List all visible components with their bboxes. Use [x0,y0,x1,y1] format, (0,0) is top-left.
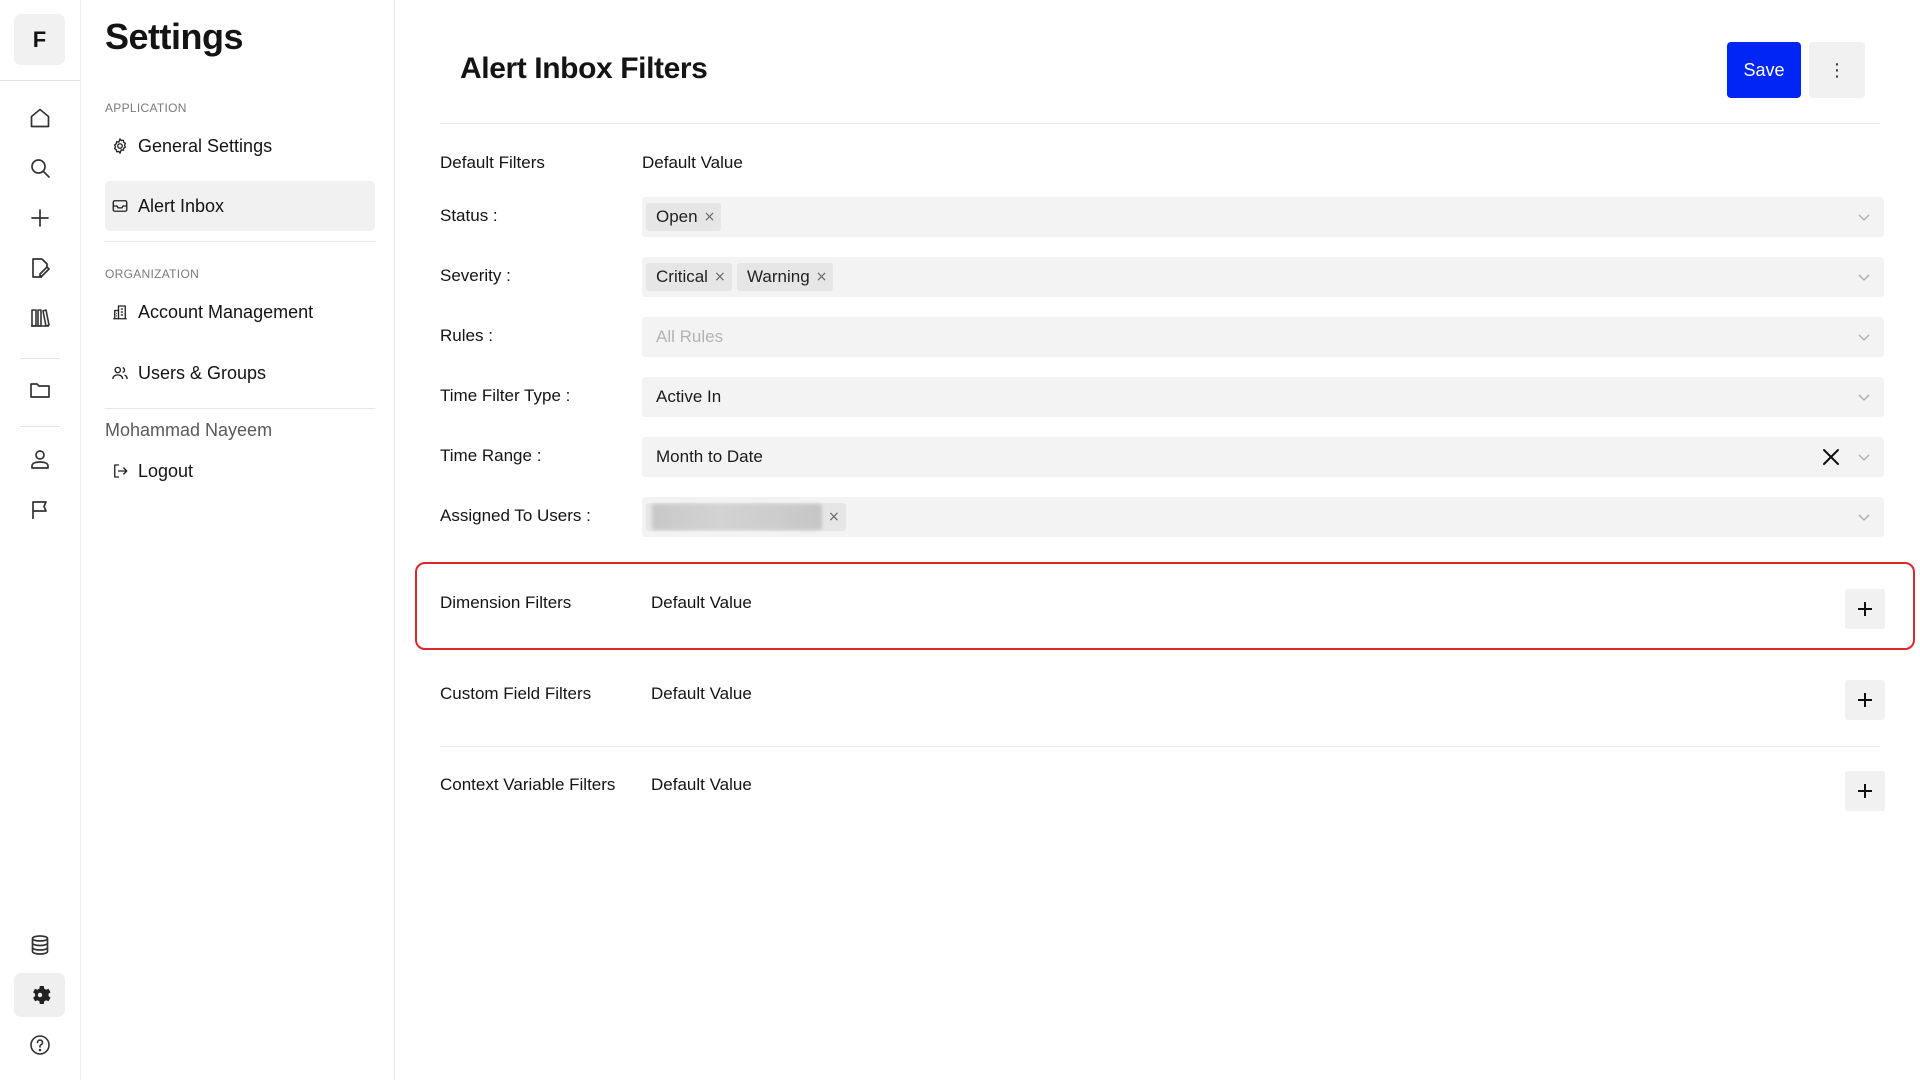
gear-icon[interactable] [14,973,65,1017]
default-filters-heading: Default Filters [440,153,545,172]
remove-tag-icon[interactable]: × [714,269,726,285]
logout-button[interactable]: Logout [105,446,375,496]
chevron-down-icon[interactable] [1856,209,1872,225]
inbox-icon [111,197,129,215]
logout-label: Logout [138,460,194,481]
redacted-user-tag: × [646,503,846,531]
help-icon[interactable] [14,1023,65,1067]
section-divider [440,746,1880,747]
severity-tag-critical: Critical × [646,263,732,291]
custom-field-filters-label: Custom Field Filters [440,684,592,703]
section-label-application: APPLICATION [105,101,187,115]
remove-tag-icon[interactable]: × [816,269,828,285]
edit-document-icon[interactable] [14,246,65,290]
sidebar-item-label: General Settings [138,135,273,156]
redacted-user-name [652,504,822,530]
sidebar-item-users-groups[interactable]: Users & Groups [105,348,375,398]
clear-icon[interactable] [1820,446,1842,468]
main-content: Alert Inbox Filters Save ⋮ Default Filte… [395,0,1920,1080]
building-icon [111,303,129,321]
rail-divider [20,426,60,427]
sidebar-item-label: Users & Groups [138,362,267,383]
search-icon[interactable] [14,146,65,190]
workspace-logo[interactable]: F [14,14,65,65]
time-range-select[interactable]: Month to Date [642,437,1884,477]
plus-icon [1858,602,1872,616]
user-icon[interactable] [14,437,65,481]
add-custom-field-filter-button[interactable] [1845,680,1885,720]
plus-icon [1858,693,1872,707]
custom-field-filters-value-heading: Default Value [651,684,752,703]
time-filter-type-select[interactable]: Active In [642,377,1884,417]
severity-tag-warning: Warning × [737,263,834,291]
add-dimension-filter-button[interactable] [1845,589,1885,629]
assigned-to-users-select[interactable]: × [642,497,1884,537]
logout-icon [111,462,129,480]
sidebar-item-general-settings[interactable]: General Settings [105,121,375,171]
gear-icon [111,137,129,155]
plus-icon [1858,784,1872,798]
sidebar-title: Settings [105,16,244,57]
user-name: Mohammad Nayeem [105,420,273,440]
assigned-to-users-label: Assigned To Users : [440,506,591,525]
remove-tag-icon[interactable]: × [828,509,840,525]
rules-placeholder: All Rules [656,327,724,346]
context-variable-filters-value-heading: Default Value [651,775,752,794]
time-filter-type-label: Time Filter Type : [440,386,571,405]
sidebar-item-label: Account Management [138,301,314,322]
severity-label: Severity : [440,266,511,285]
chevron-down-icon[interactable] [1856,449,1872,465]
save-button[interactable]: Save [1727,42,1801,98]
severity-select[interactable]: Critical × Warning × [642,257,1884,297]
more-options-button[interactable]: ⋮ [1809,42,1865,98]
plus-icon[interactable] [14,196,65,240]
sidebar-item-label: Alert Inbox [138,195,225,216]
default-value-heading: Default Value [642,153,743,172]
page-title: Alert Inbox Filters [460,52,708,85]
database-icon[interactable] [14,923,65,967]
dimension-filters-label: Dimension Filters [440,593,572,612]
dimension-filters-value-heading: Default Value [651,593,752,612]
users-icon [111,364,129,382]
icon-rail: F [0,0,81,1080]
rules-label: Rules : [440,326,493,345]
sidebar-item-account-management[interactable]: Account Management [105,287,375,337]
rail-divider [0,80,80,81]
settings-sidebar: Settings APPLICATION General Settings Al… [80,0,395,1080]
rail-divider [20,358,60,359]
status-tag-open: Open × [646,203,722,231]
folder-icon[interactable] [14,368,65,412]
sidebar-divider [105,408,375,409]
flag-icon[interactable] [14,488,65,532]
status-label: Status : [440,206,498,225]
remove-tag-icon[interactable]: × [704,209,716,225]
sidebar-divider [105,241,375,242]
add-context-variable-filter-button[interactable] [1845,771,1885,811]
time-filter-type-value: Active In [656,387,722,406]
context-variable-filters-label: Context Variable Filters [440,775,616,794]
section-label-organization: ORGANIZATION [105,267,200,281]
sidebar-item-alert-inbox[interactable]: Alert Inbox [105,181,375,231]
home-icon[interactable] [14,96,65,140]
status-select[interactable]: Open × [642,197,1884,237]
rules-select[interactable]: All Rules [642,317,1884,357]
chevron-down-icon[interactable] [1856,509,1872,525]
library-icon[interactable] [14,296,65,340]
chevron-down-icon[interactable] [1856,329,1872,345]
time-range-label: Time Range : [440,446,542,465]
time-range-value: Month to Date [656,447,763,466]
chevron-down-icon[interactable] [1856,269,1872,285]
header-divider [440,123,1880,124]
chevron-down-icon[interactable] [1856,389,1872,405]
highlight-box [415,562,1915,650]
